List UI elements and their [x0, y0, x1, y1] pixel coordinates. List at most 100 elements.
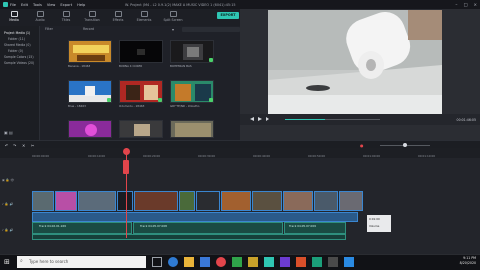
filter-dropdown[interactable]: Filter: [45, 27, 53, 31]
audio-clip[interactable]: Track 04.05.07.009: [284, 222, 346, 234]
undo-icon[interactable]: ↶: [5, 143, 8, 148]
tooltip-label: Volume: [369, 224, 380, 228]
thumbnail-label: Blue - 18463: [68, 104, 86, 108]
audio-clip[interactable]: Track 04.05.07.008: [133, 222, 283, 234]
thumbnail-image: [68, 120, 112, 138]
effects-icon: [114, 11, 122, 17]
add-folder-icon[interactable]: ▣ ▤: [4, 130, 13, 135]
tab-titles[interactable]: Titles: [54, 11, 78, 25]
thumbnail-image: [68, 80, 112, 103]
app-icon[interactable]: [280, 257, 290, 267]
app-icon[interactable]: [328, 257, 338, 267]
minimize-icon[interactable]: –: [455, 2, 457, 7]
tab-effects[interactable]: Effects: [106, 11, 130, 25]
delete-icon[interactable]: ✕: [22, 143, 25, 148]
zoom-slider-handle[interactable]: [403, 143, 407, 147]
video-clip[interactable]: [117, 191, 133, 211]
media-thumbnail[interactable]: Blue - 18463: [68, 80, 112, 108]
menu-item[interactable]: Tools: [33, 3, 42, 7]
chrome-icon[interactable]: [216, 257, 226, 267]
tab-audio[interactable]: Audio: [28, 11, 52, 25]
media-thumbnail[interactable]: Odumodu - 18463: [119, 80, 163, 108]
video-clip[interactable]: [196, 191, 220, 211]
video-clip[interactable]: [134, 191, 178, 211]
thumbnail-art: [120, 121, 162, 137]
split-screen-icon: [169, 11, 177, 17]
menu-item[interactable]: Edit: [21, 3, 28, 7]
sidebar-item-shared-folder[interactable]: Folder (0): [8, 49, 23, 53]
edge-browser-icon[interactable]: [168, 257, 178, 267]
thumbnail-art: [69, 41, 111, 62]
store-icon[interactable]: [200, 257, 210, 267]
video-clip[interactable]: [252, 191, 282, 211]
thumbnail-image: [119, 120, 163, 138]
thumbnail-art: [120, 41, 162, 62]
stop-icon[interactable]: [266, 117, 269, 121]
close-icon[interactable]: ×: [473, 2, 477, 7]
video-clip[interactable]: [78, 191, 116, 211]
thumbnail-label: Banana - 18463: [68, 64, 91, 68]
thumbnail-image: [170, 80, 214, 103]
tab-media[interactable]: Media: [2, 11, 26, 25]
audio-clip[interactable]: Track 04.02.01.169: [32, 222, 132, 234]
used-check-icon: [158, 98, 162, 102]
thumbnail-label: BOHEMIAN BAS: [170, 64, 192, 68]
taskbar-search-input[interactable]: Type here to search: [17, 256, 146, 268]
thumbnail-art: [69, 121, 111, 137]
timeline-ruler[interactable]: 00:00:00:00 00:00:10:00 00:00:20:00 00:0…: [0, 148, 480, 158]
video-clip[interactable]: [283, 191, 313, 211]
filmora-taskbar-icon[interactable]: [264, 257, 274, 267]
video-clip[interactable]: [314, 191, 338, 211]
app-icon[interactable]: [232, 257, 242, 267]
redo-icon[interactable]: ↷: [13, 143, 16, 148]
app-icon[interactable]: [312, 257, 322, 267]
media-thumbnail[interactable]: BURNA 4 COKER: [119, 40, 163, 68]
sort-dropdown[interactable]: Record: [83, 27, 94, 31]
file-explorer-icon[interactable]: [184, 257, 194, 267]
filter-icon[interactable]: ▾: [172, 27, 178, 32]
windows-start-icon[interactable]: ⊞: [4, 258, 10, 266]
transition-icon: [88, 11, 96, 17]
media-thumbnail[interactable]: BOHEMIAN BAS: [170, 40, 214, 68]
menu-item[interactable]: File: [10, 3, 16, 7]
thumbnail-art: [171, 81, 213, 102]
thumbnail-label: Odumodu - 18463: [119, 104, 145, 108]
app-icon[interactable]: [248, 257, 258, 267]
video-clip[interactable]: [339, 191, 363, 211]
app-icon[interactable]: [296, 257, 306, 267]
step-back-icon[interactable]: [250, 117, 254, 121]
sidebar-item-sample-colors[interactable]: Sample Colors (15): [4, 55, 34, 59]
thumbnail-image: [68, 40, 112, 63]
sidebar-item-folder[interactable]: Folder (11): [8, 37, 25, 41]
sidebar-item-project-media[interactable]: Project Media (1): [4, 31, 30, 35]
menu-item[interactable]: Help: [77, 3, 85, 7]
thumbnail-image: [119, 80, 163, 103]
video-clip[interactable]: [221, 191, 251, 211]
tab-transition[interactable]: Transition: [80, 11, 104, 25]
play-icon[interactable]: [258, 117, 262, 121]
tab-elements[interactable]: Elements: [132, 11, 156, 25]
tab-split-screen[interactable]: Split Screen: [158, 11, 188, 25]
task-view-icon[interactable]: [152, 257, 162, 267]
video-clip[interactable]: [32, 191, 54, 211]
menu-item[interactable]: Export: [60, 3, 72, 7]
media-thumbnail[interactable]: Banana - 18463: [68, 40, 112, 68]
app-icon[interactable]: [344, 257, 354, 267]
media-thumbnail[interactable]: GRY'TE/ND - Imbatho: [170, 80, 214, 108]
export-button[interactable]: EXPORT: [217, 12, 239, 19]
cut-icon[interactable]: ✂: [31, 143, 34, 148]
maximize-icon[interactable]: □: [464, 2, 468, 7]
preview-video-frame[interactable]: [268, 10, 442, 114]
audio-clip-selected[interactable]: [32, 212, 358, 222]
search-input[interactable]: [182, 27, 240, 32]
sidebar-item-shared-media[interactable]: Shared Media (0): [4, 43, 31, 47]
project-title: W. Project (M4 - L2 0.9.1(2) MAKE A MUSI…: [125, 2, 236, 7]
video-clip[interactable]: [179, 191, 195, 211]
elements-icon: [140, 11, 148, 17]
menu-item[interactable]: View: [47, 3, 56, 7]
taskbar-clock[interactable]: 9:11 PM 8/20/2020: [446, 256, 476, 265]
video-clip[interactable]: [55, 191, 77, 211]
record-icon[interactable]: ●: [360, 143, 364, 148]
thumbnail-art: [171, 121, 213, 137]
sidebar-item-sample-videos[interactable]: Sample Videos (20): [4, 61, 34, 65]
